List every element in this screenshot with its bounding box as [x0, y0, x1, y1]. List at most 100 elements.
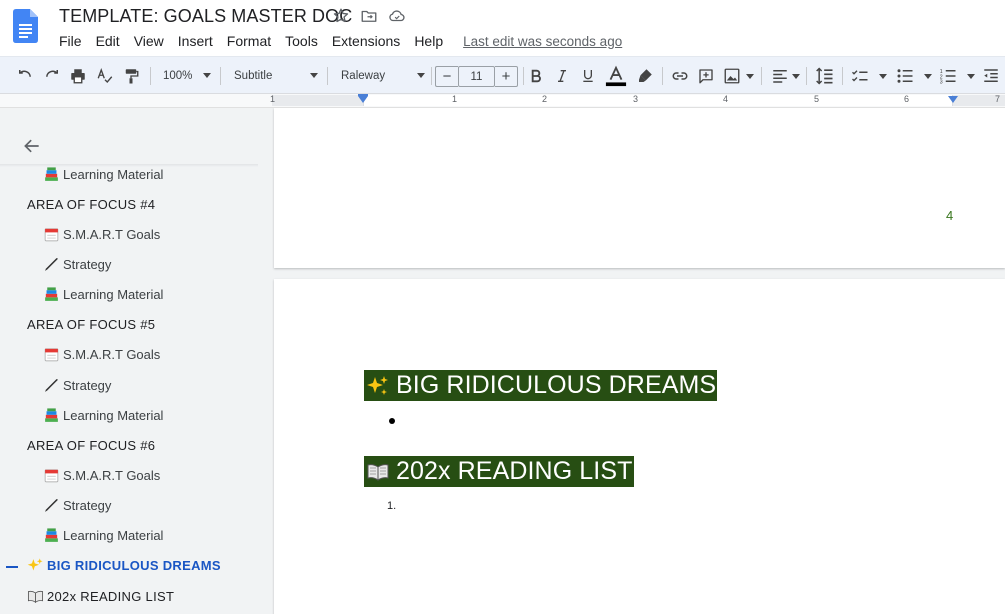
- back-arrow-icon[interactable]: [22, 136, 42, 156]
- zoom-select[interactable]: 100%: [163, 66, 211, 86]
- bold-icon[interactable]: [527, 57, 545, 95]
- outline-item[interactable]: Strategy: [43, 375, 111, 395]
- outline-item-label: 202x READING LIST: [47, 588, 175, 604]
- checklist-icon[interactable]: [850, 57, 888, 95]
- outline-item[interactable]: Strategy: [43, 254, 111, 274]
- toolbar: 100% Subtitle Raleway − 11 + 1 2 3: [0, 56, 1005, 94]
- ruler-label: 1: [270, 94, 276, 104]
- outline-item[interactable]: Learning Material: [43, 405, 163, 425]
- menu-file[interactable]: File: [52, 33, 89, 49]
- right-indent-marker[interactable]: [948, 96, 958, 103]
- books-icon: [43, 286, 60, 303]
- outline-item-label: Learning Material: [63, 407, 164, 423]
- cloud-status-icon[interactable]: [388, 7, 406, 25]
- pen-icon: [43, 497, 60, 514]
- document-page[interactable]: BIG RIDICULOUS DREAMS 202x READING LIST …: [274, 279, 1005, 614]
- insert-image-icon[interactable]: [722, 57, 754, 95]
- outline-item[interactable]: BIG RIDICULOUS DREAMS: [27, 556, 221, 576]
- pen-icon: [43, 377, 60, 394]
- calendar-icon: [43, 467, 60, 484]
- paragraph-style-select[interactable]: Subtitle: [234, 66, 318, 86]
- heading-big-ridiculous-dreams[interactable]: BIG RIDICULOUS DREAMS: [364, 370, 718, 401]
- star-icon[interactable]: [332, 7, 350, 25]
- menu-edit[interactable]: Edit: [89, 33, 127, 49]
- document-canvas[interactable]: 4 BIG RIDICULOUS DREAMS 202x READING LIS…: [272, 108, 1005, 614]
- spellcheck-icon[interactable]: [95, 57, 115, 95]
- font-size-input[interactable]: 11: [458, 66, 495, 87]
- align-left-icon[interactable]: [770, 57, 800, 95]
- ruler-label: 4: [723, 94, 729, 104]
- ruler-label: 1: [452, 94, 458, 104]
- print-icon[interactable]: [68, 57, 88, 95]
- menu-help[interactable]: Help: [407, 33, 450, 49]
- redo-icon[interactable]: [42, 57, 62, 95]
- outline-item-label: S.M.A.R.T Goals: [63, 226, 161, 242]
- outline-item[interactable]: AREA OF FOCUS #4: [27, 194, 155, 214]
- menu-format[interactable]: Format: [220, 33, 278, 49]
- text-color-icon[interactable]: [604, 57, 628, 95]
- chevron-down-icon: [310, 73, 318, 78]
- zoom-value: 100%: [163, 70, 193, 82]
- outline-item[interactable]: Learning Material: [43, 526, 163, 546]
- document-page[interactable]: 4: [274, 108, 1005, 268]
- outline-item[interactable]: S.M.A.R.T Goals: [43, 466, 160, 486]
- outline-item[interactable]: 202x READING LIST: [27, 586, 174, 606]
- menu-tools[interactable]: Tools: [278, 33, 325, 49]
- open-book-icon: [366, 460, 390, 484]
- outline-item-label: AREA OF FOCUS #5: [27, 317, 156, 333]
- ruler-label: 7: [995, 94, 1001, 104]
- outline-item-label: S.M.A.R.T Goals: [63, 347, 161, 363]
- outline-item[interactable]: Strategy: [43, 496, 111, 516]
- outline-item-label: S.M.A.R.T Goals: [63, 468, 161, 483]
- add-comment-icon[interactable]: [696, 57, 716, 95]
- svg-text:3: 3: [940, 80, 943, 86]
- undo-icon[interactable]: [15, 57, 35, 95]
- ruler[interactable]: 1 1 2 3 4 5 6 7: [0, 94, 1005, 108]
- menu-view[interactable]: View: [127, 33, 171, 49]
- move-folder-icon[interactable]: [360, 7, 378, 25]
- books-icon: [43, 407, 60, 424]
- sparkles-icon: [27, 557, 44, 574]
- heading-text: 202x READING LIST: [396, 457, 633, 485]
- ruler-left-margin: [272, 95, 363, 106]
- menu-bar: File Edit View Insert Format Tools Exten…: [52, 33, 622, 49]
- outline-item[interactable]: S.M.A.R.T Goals: [43, 224, 160, 244]
- outline-item[interactable]: Learning Material: [43, 164, 163, 184]
- font-select[interactable]: Raleway: [341, 66, 425, 86]
- outline-item-label: AREA OF FOCUS #4: [27, 196, 156, 212]
- last-edit-link[interactable]: Last edit was seconds ago: [463, 34, 622, 49]
- insert-link-icon[interactable]: [670, 57, 690, 95]
- books-icon: [43, 527, 60, 544]
- font-value: Raleway: [341, 70, 386, 82]
- outline-item[interactable]: Learning Material: [43, 285, 163, 305]
- numbered-list-icon[interactable]: 123: [938, 57, 976, 95]
- bulleted-list-icon[interactable]: [895, 57, 933, 95]
- menu-extensions[interactable]: Extensions: [325, 33, 407, 49]
- outline-active-indicator: [6, 566, 18, 568]
- menu-insert[interactable]: Insert: [171, 33, 220, 49]
- numbered-list-item[interactable]: 1.: [387, 500, 396, 512]
- outline-item[interactable]: AREA OF FOCUS #5: [27, 315, 155, 335]
- underline-icon[interactable]: [579, 57, 597, 95]
- pen-icon: [43, 256, 60, 273]
- google-docs-window: TEMPLATE: GOALS MASTER DOC File Edit Vie…: [0, 0, 1005, 614]
- paint-format-icon[interactable]: [121, 57, 141, 95]
- page-number: 4: [946, 208, 954, 223]
- heading-reading-list[interactable]: 202x READING LIST: [364, 456, 634, 487]
- paragraph-style-value: Subtitle: [234, 70, 273, 82]
- italic-icon[interactable]: [553, 57, 571, 95]
- outline-item[interactable]: S.M.A.R.T Goals: [43, 345, 160, 365]
- bullet-point: [389, 418, 395, 424]
- outline-item-label: Strategy: [63, 377, 112, 393]
- books-icon: [43, 166, 60, 183]
- line-spacing-icon[interactable]: [814, 57, 836, 95]
- calendar-icon: [43, 226, 60, 243]
- highlight-color-icon[interactable]: [635, 57, 655, 95]
- document-title[interactable]: TEMPLATE: GOALS MASTER DOC: [59, 6, 352, 27]
- outline-item[interactable]: AREA OF FOCUS #6: [27, 435, 155, 455]
- decrease-indent-icon[interactable]: [981, 57, 1001, 95]
- left-indent-marker[interactable]: [358, 96, 368, 103]
- decrease-font-size-button[interactable]: −: [435, 66, 458, 87]
- docs-logo-icon[interactable]: [13, 9, 38, 43]
- increase-font-size-button[interactable]: +: [495, 66, 518, 87]
